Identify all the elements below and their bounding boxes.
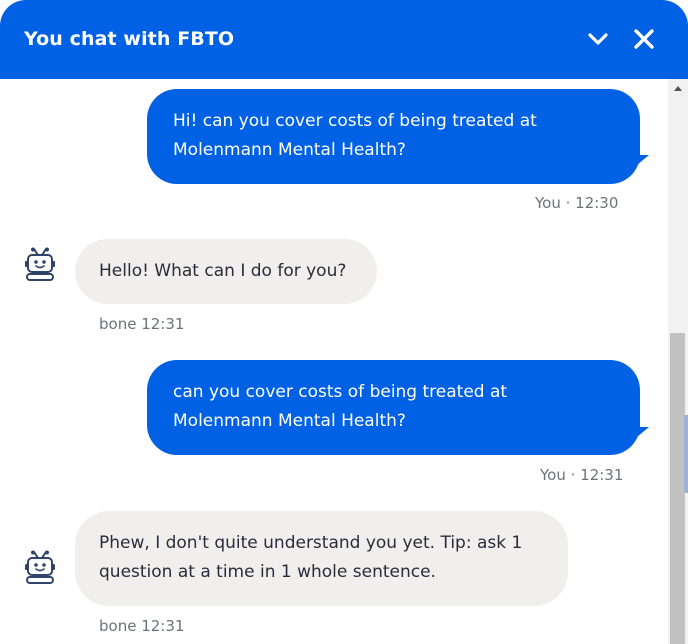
bot-message-bubble: Phew, I don't quite understand you yet. … [75,511,568,606]
user-message-bubble: can you cover costs of being treated at … [147,360,640,455]
message-meta: bone 12:31 [99,315,185,333]
bubble-tail [637,427,649,437]
message-text-line: Hi! can you cover costs of being treated… [173,111,537,131]
robot-icon [25,550,55,584]
chat-title: You chat with FBTO [24,28,235,50]
scroll-up-arrow-icon[interactable] [674,86,682,91]
scrollbar[interactable] [668,79,688,644]
chevron-down-icon [588,33,608,45]
scrollbar-thumb[interactable] [670,333,685,644]
message-text-line: Hello! What can I do for you? [99,261,347,281]
close-button[interactable] [629,24,659,54]
bot-avatar [22,247,58,283]
bot-avatar [22,550,58,586]
edge-accent [684,415,688,493]
message-list[interactable]: Hi! can you cover costs of being treated… [0,79,668,644]
chat-header: You chat with FBTO [0,0,688,79]
message-meta: You · 12:31 [540,466,624,484]
message-meta: bone 12:31 [99,617,185,635]
bot-message-bubble: Hello! What can I do for you? [75,239,377,304]
chat-window: You chat with FBTO Hi! can you cover cos… [0,0,688,644]
message-text-line: can you cover costs of being treated at [173,382,508,402]
bubble-tail [637,155,649,165]
message-text-line: question at a time in 1 whole sentence. [99,562,436,582]
minimize-button[interactable] [583,24,613,54]
close-icon [634,29,654,49]
message-text-line: Molenmann Mental Health? [173,140,406,160]
robot-icon [25,247,55,281]
message-meta: You · 12:30 [535,194,619,212]
message-text-line: Phew, I don't quite understand you yet. … [99,533,523,553]
message-text-line: Molenmann Mental Health? [173,411,406,431]
user-message-bubble: Hi! can you cover costs of being treated… [147,89,640,184]
